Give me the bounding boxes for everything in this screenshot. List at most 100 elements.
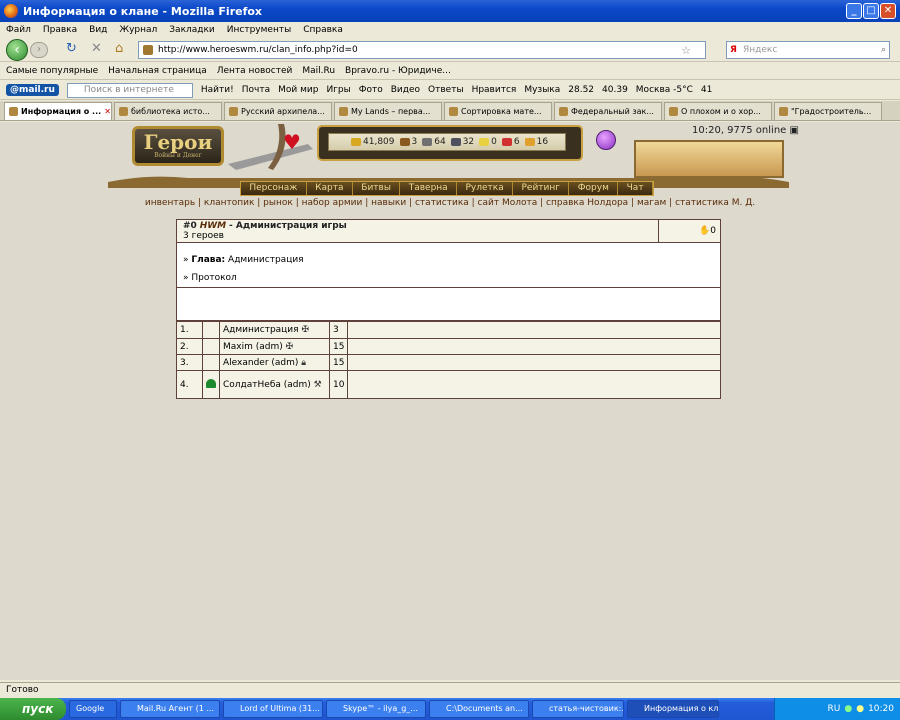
task-mailru-agent[interactable]: Mail.Ru Агент (1 ... (120, 700, 220, 718)
castle-picture (634, 140, 784, 178)
mailru-item-photo[interactable]: Фото (359, 85, 383, 95)
tab-my-lands[interactable]: My Lands – перва... (334, 102, 442, 120)
game-menu-character[interactable]: Персонаж (241, 182, 307, 195)
game-logo[interactable]: Герои Войны и Денег (132, 126, 224, 166)
mailru-item-games[interactable]: Игры (326, 85, 350, 95)
mailru-item-myworld[interactable]: Мой мир (278, 85, 318, 95)
game-menu-roulette[interactable]: Рулетка (457, 182, 514, 195)
bookmark-item[interactable]: Mail.Ru (302, 66, 335, 76)
mailru-item-answers[interactable]: Ответы (428, 85, 464, 95)
mailru-logo[interactable]: @mail.ru (6, 84, 59, 96)
mailru-item-mail[interactable]: Почта (242, 85, 270, 95)
stop-icon[interactable]: ✕ (91, 41, 102, 57)
menu-view[interactable]: Вид (89, 25, 107, 35)
bookmark-item[interactable]: Лента новостей (217, 66, 293, 76)
mercury-value: 32 (462, 137, 475, 147)
tab-label: библиотека исто... (131, 107, 210, 116)
mailru-counter[interactable]: 41 (701, 85, 712, 95)
clan-protocol-row: » Протокол (183, 273, 237, 283)
gems-value: 16 (536, 137, 549, 147)
task-documents[interactable]: C:\Documents an... (429, 700, 529, 718)
link-md-statistics[interactable]: статистика М. Д. (675, 198, 755, 208)
link-clantopic[interactable]: клантопик (204, 198, 255, 208)
forward-button[interactable]: › (30, 42, 48, 58)
menu-bookmarks[interactable]: Закладки (169, 25, 215, 35)
clan-abbr[interactable]: HWM (200, 221, 226, 231)
minimize-button[interactable]: _ (846, 3, 862, 19)
bookmark-star-icon[interactable]: ☆ (681, 44, 691, 57)
link-mages[interactable]: магам (637, 198, 666, 208)
link-market[interactable]: рынок (263, 198, 293, 208)
task-article[interactable]: статья-чистовик:... (532, 700, 624, 718)
task-firefox-clan-info[interactable]: Информация о кл... (627, 700, 719, 718)
link-statistics[interactable]: статистика (415, 198, 469, 208)
ore-icon (422, 138, 433, 146)
reload-icon[interactable]: ↻ (66, 41, 77, 57)
link-army[interactable]: набор армии (302, 198, 363, 208)
game-menu-chat[interactable]: Чат (618, 182, 653, 195)
mailru-weather[interactable]: Москва -5°C (636, 85, 693, 95)
tab-sorting[interactable]: Сортировка мате... (444, 102, 552, 120)
member-name[interactable]: СолдатНеба (adm) (223, 380, 311, 390)
member-name[interactable]: Alexander (adm) (223, 358, 298, 368)
member-badge (202, 354, 220, 371)
game-menu-rating[interactable]: Рейтинг (513, 182, 570, 195)
task-skype[interactable]: Skype™ - ilya_g_... (326, 700, 426, 718)
mailru-find-button[interactable]: Найти! (201, 85, 234, 95)
tab-close-icon[interactable]: ✕ (104, 107, 111, 116)
mailru-search-input[interactable]: Поиск в интернете (66, 82, 193, 98)
language-indicator[interactable]: RU (828, 704, 841, 714)
menu-tools[interactable]: Инструменты (227, 25, 291, 35)
bookmark-item[interactable]: Bpravo.ru - Юридиче... (345, 66, 451, 76)
link-molot-site[interactable]: сайт Молота (478, 198, 538, 208)
google-toolbar[interactable]: Google (69, 700, 117, 718)
game-menu-battles[interactable]: Битвы (352, 182, 401, 195)
menu-history[interactable]: Журнал (119, 25, 157, 35)
mailru-item-likes[interactable]: Нравится (472, 85, 517, 95)
tab-good-bad[interactable]: О плохом и о хор... (664, 102, 772, 120)
bookmark-item[interactable]: Самые популярные (6, 66, 98, 76)
bookmark-item[interactable]: Начальная страница (108, 66, 207, 76)
maximize-button[interactable]: □ (863, 3, 879, 19)
mailru-toolbar: @mail.ru Поиск в интернете Найти! Почта … (0, 81, 900, 100)
clan-power: ✋0 (658, 220, 720, 242)
link-inventory[interactable]: инвентарь (145, 198, 195, 208)
start-button[interactable]: пуск (0, 698, 66, 720)
member-badge (202, 370, 220, 399)
tab-library[interactable]: библиотека исто... (114, 102, 222, 120)
member-name[interactable]: Maxim (adm) (223, 342, 283, 352)
home-icon[interactable]: ⌂ (115, 41, 123, 57)
tab-urban-planning[interactable]: "Градостроитель... (774, 102, 882, 120)
search-input[interactable]: Я Яндекс ⌕ (726, 41, 890, 59)
member-number: 2. (176, 338, 203, 355)
tab-clan-info[interactable]: Информация о ... ✕ (4, 102, 112, 120)
tab-label: Русский архипела... (241, 107, 325, 116)
menu-edit[interactable]: Правка (43, 25, 77, 35)
link-skills[interactable]: навыки (371, 198, 406, 208)
game-menu-tavern[interactable]: Таверна (400, 182, 458, 195)
tab-archipelago[interactable]: Русский архипела... (224, 102, 332, 120)
member-name[interactable]: Администрация (223, 325, 299, 335)
clan-head-value[interactable]: Администрация (228, 255, 304, 265)
mailru-item-music[interactable]: Музыка (524, 85, 560, 95)
back-button[interactable]: ‹ (6, 39, 28, 61)
search-icon[interactable]: ⌕ (881, 45, 886, 55)
tab-federal-law[interactable]: Федеральный зак... (554, 102, 662, 120)
game-menu-forum[interactable]: Форум (569, 182, 619, 195)
game-menu-map[interactable]: Карта (306, 182, 353, 195)
clan-protocol-link[interactable]: Протокол (191, 273, 236, 283)
task-lord-of-ultima[interactable]: Lord of Ultima (31... (223, 700, 323, 718)
menu-help[interactable]: Справка (303, 25, 343, 35)
menu-file[interactable]: Файл (6, 25, 31, 35)
mailru-usd-rate[interactable]: 28.52 (568, 85, 594, 95)
task-label: Lord of Ultima (31... (240, 704, 320, 713)
window-titlebar[interactable]: Информация о клане - Mozilla Firefox _ □… (0, 0, 900, 22)
task-label: Информация о кл... (644, 704, 719, 713)
url-bar[interactable]: http://www.heroeswm.ru/clan_info.php?id=… (138, 41, 706, 59)
mailru-item-video[interactable]: Видео (391, 85, 420, 95)
link-noldor-help[interactable]: справка Нолдора (546, 198, 628, 208)
mailru-eur-rate[interactable]: 40.39 (602, 85, 628, 95)
start-label: пуск (22, 702, 54, 716)
close-button[interactable]: ✕ (880, 3, 896, 19)
member-number: 1. (176, 321, 203, 339)
